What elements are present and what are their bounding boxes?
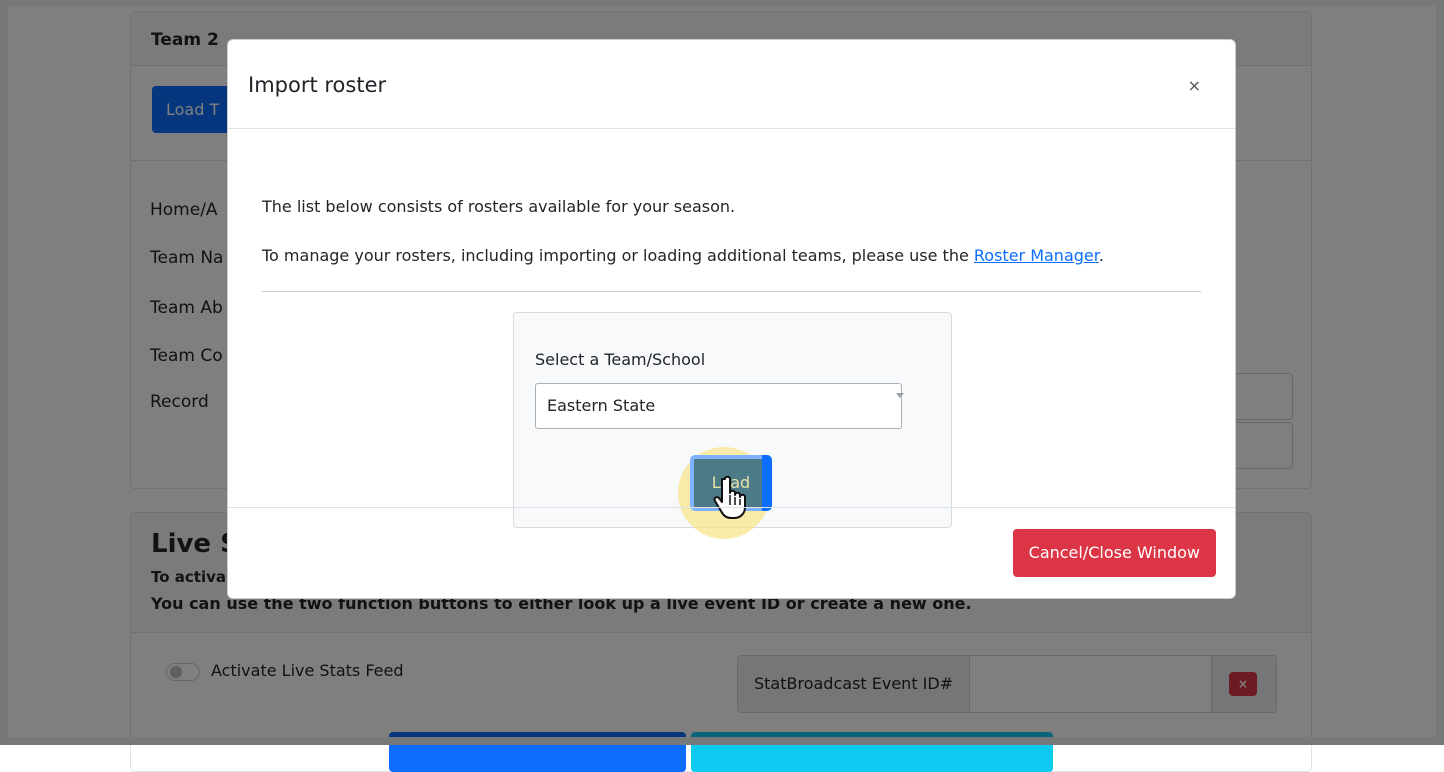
manage-text: To manage your rosters, including import… [262,246,1104,265]
roster-manager-link[interactable]: Roster Manager [974,246,1099,265]
team-select-label: Select a Team/School [535,350,706,369]
intro-text: The list below consists of rosters avail… [262,197,736,216]
team-select-panel: Select a Team/School Eastern State Load [513,312,952,539]
team-select[interactable]: Eastern State [535,383,902,429]
import-roster-modal: Import roster × The list below consists … [227,39,1236,599]
modal-header: Import roster × [228,40,1235,129]
modal-title: Import roster [248,73,387,97]
manage-text-suffix: . [1098,246,1104,265]
manage-text-prefix: To manage your rosters, including import… [262,246,974,265]
cancel-close-window-button[interactable]: Cancel/Close Window [1012,529,1216,577]
chevron-down-icon [896,393,904,398]
modal-footer: Cancel/Close Window [228,507,1235,598]
close-icon[interactable]: × [1188,76,1201,95]
modal-body: The list below consists of rosters avail… [228,129,1235,539]
divider [262,291,1201,292]
